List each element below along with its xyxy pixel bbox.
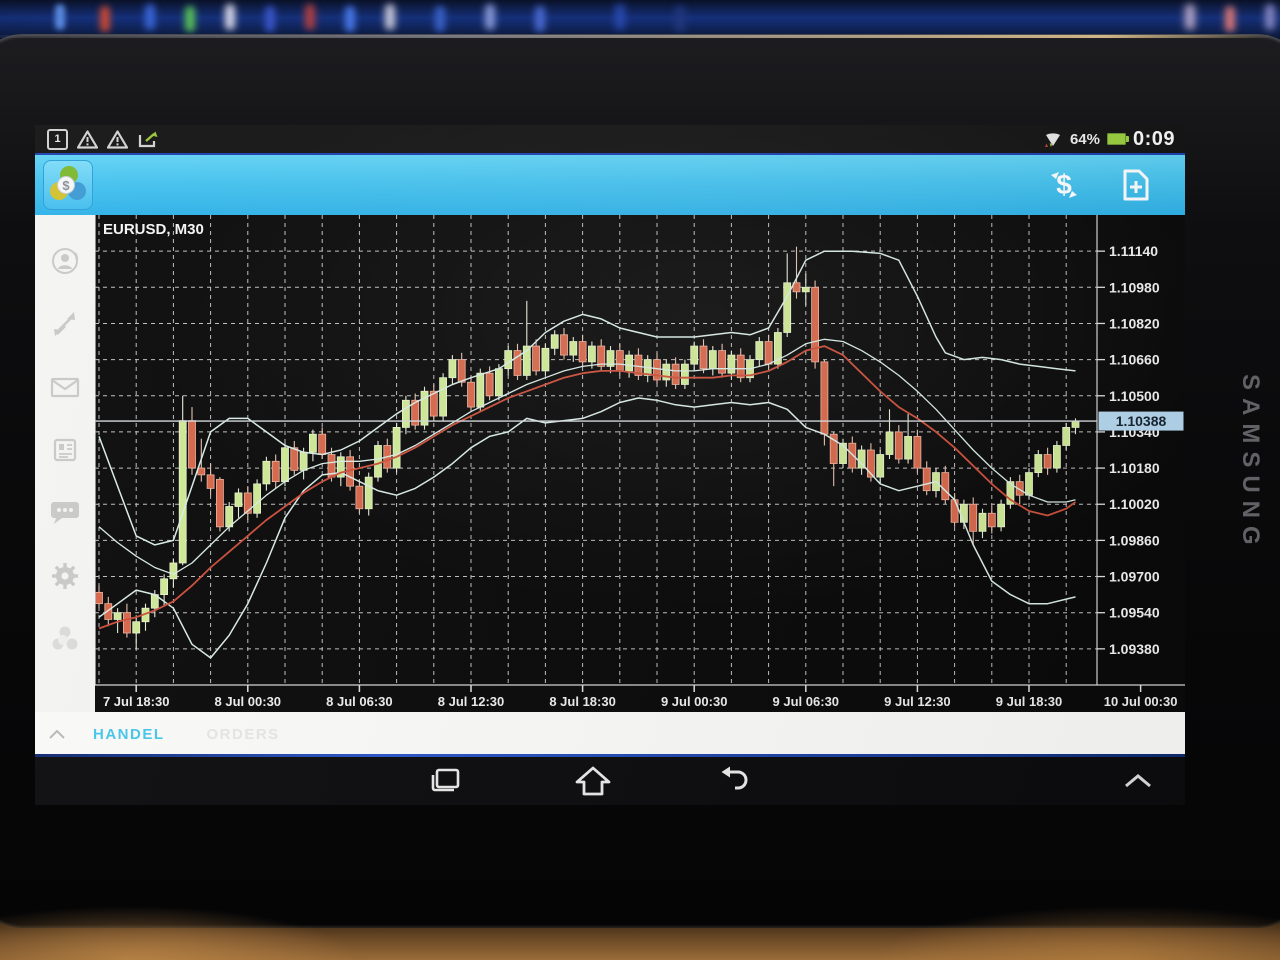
status-clock: 0:09 (1133, 128, 1175, 151)
app-toolbar: $ $ (35, 153, 1185, 215)
new-order-button[interactable] (1113, 162, 1159, 208)
metatrader5-logo-icon: $ (47, 164, 89, 206)
price-tick-label: 1.10180 (1109, 460, 1160, 476)
svg-text:$: $ (1056, 169, 1072, 200)
time-tick-label: 9 Jul 06:30 (773, 694, 840, 709)
battery-icon (1107, 133, 1126, 145)
sidebar-item-settings[interactable] (35, 548, 95, 604)
back-button[interactable] (698, 759, 768, 803)
price-tick-label: 1.11140 (1109, 243, 1158, 259)
price-tick-label: 1.10500 (1109, 388, 1160, 404)
time-tick-label: 9 Jul 12:30 (884, 694, 951, 709)
trade-arrows-icon (49, 308, 81, 340)
chevron-up-icon[interactable] (49, 730, 65, 739)
time-tick-label: 9 Jul 00:30 (661, 694, 728, 709)
price-tick-label: 1.10020 (1109, 496, 1160, 512)
time-tick-label: 8 Jul 12:30 (438, 694, 505, 709)
time-tick-label: 9 Jul 18:30 (996, 694, 1063, 709)
price-tick-label: 1.10660 (1109, 352, 1160, 368)
price-tick-label: 1.10980 (1109, 279, 1160, 295)
tab-orders[interactable]: ORDERS (207, 726, 280, 743)
price-tick-label: 1.10820 (1109, 315, 1160, 331)
new-order-icon (1120, 167, 1152, 203)
time-tick-label: 8 Jul 00:30 (215, 694, 281, 709)
journal-logo-icon (49, 623, 81, 655)
account-icon (49, 245, 81, 277)
chat-icon (48, 497, 82, 529)
bottom-tab-bar: HANDEL ORDERS (35, 712, 1185, 757)
price-tick-label: 1.09380 (1109, 641, 1160, 657)
samsung-logo: SAMSUNG (1236, 374, 1264, 553)
tablet-body: SAMSUNG 1 (0, 34, 1280, 928)
android-status-bar: 1 (35, 125, 1185, 153)
tab-handel[interactable]: HANDEL (93, 726, 165, 743)
trade-dollar-icon: $ (1043, 166, 1085, 204)
sidebar-item-news[interactable] (35, 422, 95, 478)
candlestick-chart-svg: 1.11140 1.10980 1.10820 1.10660 1.10500 1.103… (95, 215, 1185, 712)
price-tick-label: 1.09540 (1109, 605, 1160, 621)
current-price-label: 1.10388 (1116, 413, 1167, 429)
wifi-icon (1043, 131, 1063, 148)
battery-percent: 64% (1070, 131, 1100, 148)
chart-background (95, 215, 1185, 712)
settings-gear-icon (49, 560, 81, 592)
android-nav-bar (35, 757, 1185, 805)
mail-icon (48, 372, 82, 402)
mt5-app-logo-button[interactable]: $ (43, 160, 93, 210)
price-tick-label: 1.09860 (1109, 532, 1160, 548)
tablet-screen: 1 (35, 125, 1185, 805)
home-button[interactable] (558, 759, 628, 803)
chart-symbol-label: EURUSD, M30 (103, 221, 204, 238)
trade-dollar-button[interactable]: $ (1041, 162, 1087, 208)
sidebar-item-trade[interactable] (35, 296, 95, 352)
price-chart[interactable]: 1.11140 1.10980 1.10820 1.10660 1.10500 1.103… (95, 215, 1185, 712)
notification-count-badge[interactable]: 1 (47, 129, 68, 150)
sidebar-item-mail[interactable] (35, 359, 95, 415)
home-icon (574, 765, 612, 797)
sidebar-item-journal[interactable] (35, 611, 95, 667)
sidebar-item-chat[interactable] (35, 485, 95, 541)
screenshot-arrow-icon[interactable] (137, 130, 161, 149)
time-tick-label: 8 Jul 18:30 (549, 694, 616, 709)
warning-triangle-icon[interactable] (107, 130, 128, 149)
time-tick-label: 7 Jul 18:30 (103, 694, 170, 709)
svg-text:$: $ (62, 178, 70, 193)
price-tick-label: 1.09700 (1109, 569, 1160, 585)
time-tick-label: 10 Jul 00:30 (1104, 694, 1178, 709)
recents-button[interactable] (410, 759, 480, 803)
warning-triangle-icon[interactable] (77, 130, 98, 149)
time-tick-label: 8 Jul 06:30 (326, 694, 393, 709)
chevron-up-icon (1123, 774, 1153, 788)
recents-icon (427, 765, 463, 797)
background-bokeh-lights (55, 4, 65, 30)
back-icon (715, 765, 751, 797)
sidebar-item-accounts[interactable] (35, 233, 95, 289)
nav-expand-button[interactable] (1103, 759, 1173, 803)
news-icon (49, 434, 81, 466)
